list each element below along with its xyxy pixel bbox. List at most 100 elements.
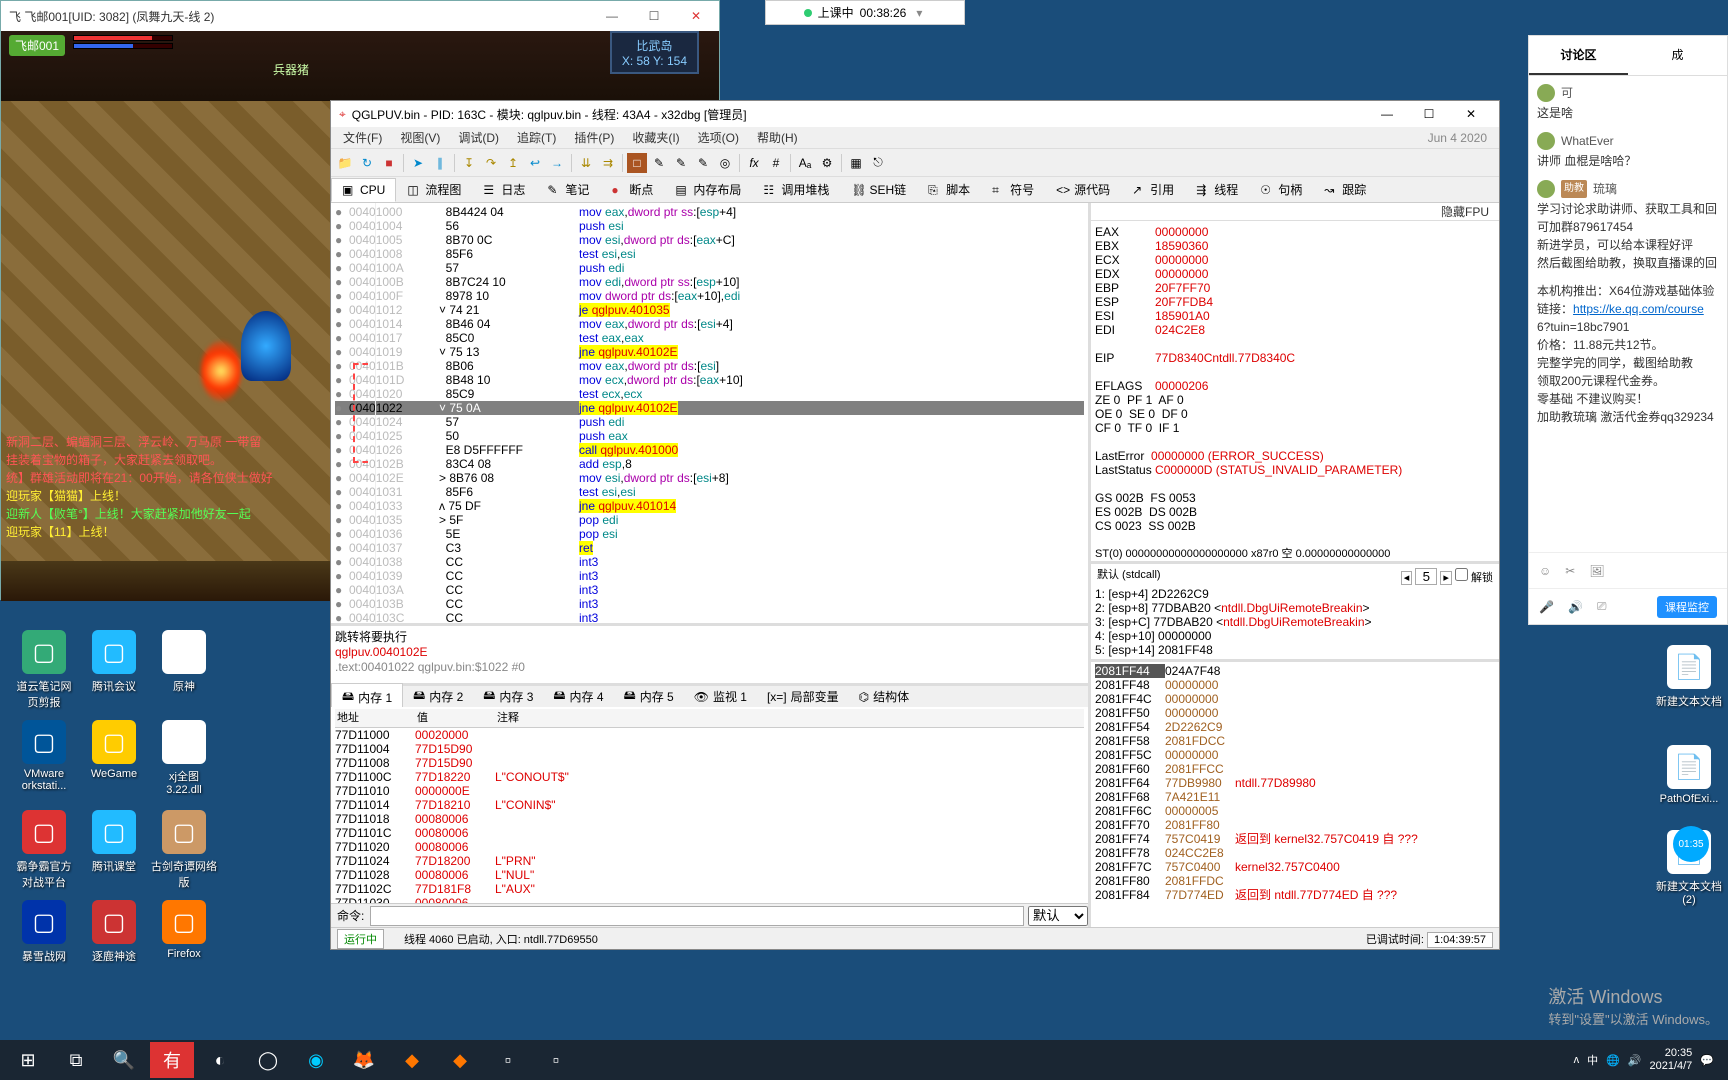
registers-view[interactable]: EAX00000000EBX18590360ECX00000000EDX0000… [1091,221,1499,561]
disasm-row[interactable]: ●00401024 57push edi [335,415,1084,429]
disasm-row[interactable]: ●00401038 CCint3 [335,555,1084,569]
register-row[interactable]: EDI024C2E8 [1095,323,1495,337]
arg-row[interactable]: 5: [esp+14] 2081FF48 [1095,643,1495,657]
step-into-icon[interactable]: ↧ [459,153,479,173]
tab-script[interactable]: ⎘脚本 [917,176,981,203]
network-icon[interactable]: 🌐 [1606,1054,1620,1067]
close-button[interactable]: ✕ [1451,102,1491,126]
stop-icon[interactable]: ■ [379,153,399,173]
stack-row[interactable]: 2081FF78 024CC2E8 [1095,846,1495,860]
callconv-select[interactable]: 默认 (stdcall) [1097,568,1161,585]
taskbar-app[interactable]: ◯ [246,1042,290,1078]
disasm-row[interactable]: ●0040102B 83C4 08add esp,8 [335,457,1084,471]
dump-row[interactable]: 77D1101800080006 [335,812,1084,826]
dump-row[interactable]: 77D1102800080006L"NUL" [335,868,1084,882]
desktop-icon[interactable]: ▢逐鹿神途 [80,900,148,964]
close-button[interactable]: ✕ [681,9,711,23]
step-out-icon[interactable]: ↥ [503,153,523,173]
search-button[interactable]: 🔍 [102,1042,146,1078]
menu-trace[interactable]: 追踪(T) [509,127,564,148]
desktop-icon[interactable]: ▢xj全图3.22.dll [150,720,218,796]
volume-icon[interactable]: 🔊 [1628,1054,1642,1067]
locals-tab[interactable]: [x=]局部变量 [757,685,849,708]
disasm-row[interactable]: ●00401037 C3ret [335,541,1084,555]
dump-row[interactable]: 77D1102000080006 [335,840,1084,854]
stack-row[interactable]: 2081FF50 00000000 [1095,706,1495,720]
menu-help[interactable]: 帮助(H) [749,127,806,148]
dump-row[interactable]: 77D1100000020000 [335,728,1084,742]
desktop-icon[interactable]: ▢WeGame [80,720,148,780]
run-to-icon[interactable]: → [547,153,567,173]
disasm-row[interactable]: ●00401017 85C0test eax,eax [335,331,1084,345]
disasm-row[interactable]: ●00401022˅ 75 0Ajne qglpuv.40102E [335,401,1084,415]
disasm-row[interactable]: ●00401033ʌ 75 DFjne qglpuv.401014 [335,499,1084,513]
stack-row[interactable]: 2081FF80 2081FFDC [1095,874,1495,888]
tab-breakpoints[interactable]: ●断点 [600,176,664,203]
menu-options[interactable]: 选项(O) [690,127,747,148]
stack-row[interactable]: 2081FF60 2081FFCC [1095,762,1495,776]
maximize-button[interactable]: ☐ [639,9,669,23]
tab-seh[interactable]: ⛓SEH链 [840,176,917,203]
struct-tab[interactable]: ⌬结构体 [849,685,920,708]
taskbar-app[interactable]: ◉ [294,1042,338,1078]
stack-row[interactable]: 2081FF70 2081FF80 [1095,818,1495,832]
patch-icon[interactable]: □ [627,153,647,173]
command-mode-select[interactable]: 默认 [1028,906,1088,926]
disassembly-view[interactable]: ●00401000 8B4424 04mov eax,dword ptr ss:… [331,203,1088,623]
menu-view[interactable]: 视图(V) [392,127,448,148]
disasm-row[interactable]: ●00401039 CCint3 [335,569,1084,583]
notifications-icon[interactable]: 💬 [1700,1054,1714,1067]
taskbar-app[interactable]: ▫ [486,1042,530,1078]
highlight-icon[interactable]: ◎ [715,153,735,173]
register-row[interactable]: ESP20F7FDB4 [1095,295,1495,309]
desktop-icon[interactable]: ▢腾讯会议 [80,630,148,694]
stack-row[interactable]: 2081FF64 77DB9980 ntdll.77D89980 [1095,776,1495,790]
desktop-icon[interactable]: ▢道云笔记网页剪报 [10,630,78,710]
tab-symbols[interactable]: ⌗符号 [981,176,1045,203]
dump-row[interactable]: 77D1100C77D18220L"CONOUT$" [335,770,1084,784]
tab-source[interactable]: <>源代码 [1045,176,1121,203]
tab-callstack[interactable]: ☷调用堆栈 [752,176,840,203]
dump-row[interactable]: 77D1100877D15D90 [335,756,1084,770]
stack-row[interactable]: 2081FF74 757C0419 返回到 kernel32.757C0419 … [1095,832,1495,846]
course-monitor-button[interactable]: 课程监控 [1657,596,1717,618]
tab-notes[interactable]: ✎笔记 [536,176,600,203]
stack-row[interactable]: 2081FF6C 00000005 [1095,804,1495,818]
menu-debug[interactable]: 调试(D) [450,127,507,148]
minimize-button[interactable]: — [597,9,627,23]
dump-tab-5[interactable]: 🖴内存 5 [614,683,684,710]
trace-into-icon[interactable]: ⇊ [576,153,596,173]
disasm-row[interactable]: ●0040101D 8B48 10mov ecx,dword ptr ds:[e… [335,373,1084,387]
disasm-row[interactable]: ●00401014 8B46 04mov eax,dword ptr ds:[e… [335,317,1084,331]
open-icon[interactable]: 📁 [335,153,355,173]
disasm-row[interactable]: ●00401036 5Epop esi [335,527,1084,541]
dump-tab-3[interactable]: 🖴内存 3 [473,683,543,710]
disasm-row[interactable]: ●00401026 E8 D5FFFFFFcall qglpuv.401000 [335,443,1084,457]
dump-row[interactable]: 77D1100477D15D90 [335,742,1084,756]
ime-indicator[interactable]: 中 [1587,1052,1598,1068]
stack-row[interactable]: 2081FF5C 00000000 [1095,748,1495,762]
hash-icon[interactable]: # [766,153,786,173]
dump-row[interactable]: 77D110100000000E [335,784,1084,798]
menu-file[interactable]: 文件(F) [335,127,390,148]
dump-row[interactable]: 77D1103000080006 [335,896,1084,903]
arg-row[interactable]: 2: [esp+8] 77DBAB20 <ntdll.DbgUiRemoteBr… [1095,601,1495,615]
step-over-icon[interactable]: ↷ [481,153,501,173]
player-sprite[interactable] [241,311,291,381]
taskbar-app[interactable]: ▫ [534,1042,578,1078]
desktop-icon[interactable]: ▢霸争霸官方对战平台 [10,810,78,890]
clock[interactable]: 20:35 2021/4/7 [1649,1047,1692,1073]
restart-icon[interactable]: ↻ [357,153,377,173]
stack-view[interactable]: 2081FF44 024A7F48 2081FF48 00000000 2081… [1091,659,1499,927]
disasm-row[interactable]: ●00401035> 5Fpop edi [335,513,1084,527]
dump-row[interactable]: 77D1102477D18200L"PRN" [335,854,1084,868]
register-row[interactable]: EBP20F7FF70 [1095,281,1495,295]
cast-icon[interactable]: ⎚ [1597,599,1607,614]
stack-row[interactable]: 2081FF48 00000000 [1095,678,1495,692]
tab-discussion[interactable]: 讨论区 [1529,36,1628,75]
eip-row[interactable]: EIP77D8340C ntdll.77D8340C [1095,351,1495,365]
tray-expand-icon[interactable]: ʌ [1574,1054,1580,1066]
exit-icon[interactable]: ⎋ [868,153,888,173]
menu-plugins[interactable]: 插件(P) [566,127,622,148]
comment-icon[interactable]: ✎ [649,153,669,173]
